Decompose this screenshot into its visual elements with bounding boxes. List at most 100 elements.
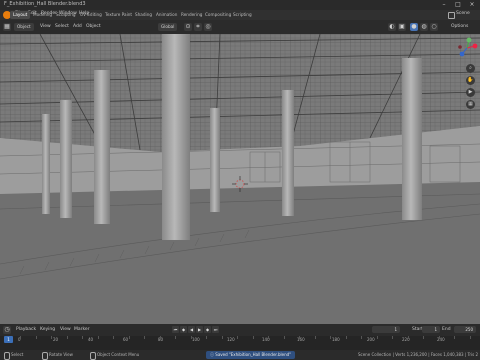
navigation-gizmo[interactable]: [456, 36, 478, 60]
shading-rendered-icon[interactable]: ○: [430, 23, 438, 31]
snap-icon[interactable]: ⌗: [194, 23, 202, 31]
ruler-mark: [175, 336, 176, 339]
mouse-right-icon: [90, 352, 96, 360]
next-key-button[interactable]: ◆: [204, 326, 211, 333]
options-menu[interactable]: Options: [451, 24, 468, 29]
menu-playback[interactable]: Playback: [16, 327, 36, 332]
ruler-mark: [283, 336, 285, 339]
ruler-mark: [454, 336, 455, 339]
scene-selector[interactable]: Scene: [456, 11, 470, 16]
xray-icon[interactable]: ▣: [398, 23, 406, 31]
timeline-ruler[interactable]: 0 20 40 60 80 100 120 140 160 180 200 22…: [0, 336, 480, 350]
tab-uv-editing[interactable]: UV Editing: [77, 11, 105, 19]
playhead[interactable]: 1: [4, 336, 13, 343]
ruler-mark: [252, 336, 254, 339]
jump-start-button[interactable]: ⏮: [172, 326, 179, 333]
ruler-mark: [469, 336, 471, 339]
ruler-mark: [376, 336, 378, 339]
ruler-mark: [299, 336, 300, 339]
status-bar: Select Rotate View Object Context Menu ⓘ…: [0, 350, 480, 360]
transform-orientation[interactable]: Global: [158, 23, 178, 31]
mode-selector[interactable]: Object: [14, 23, 34, 31]
ruler-tick: 200: [367, 337, 375, 342]
ruler-mark: [82, 336, 83, 339]
menu-object[interactable]: Object: [86, 24, 101, 29]
pivot-icon[interactable]: ⊙: [184, 23, 192, 31]
tab-scripting[interactable]: Scripting: [230, 11, 255, 19]
jump-end-button[interactable]: ⏭: [212, 326, 219, 333]
ruler-tick: 100: [192, 337, 200, 342]
ruler-mark: [97, 336, 99, 339]
editor-type-icon[interactable]: ▦: [3, 23, 11, 31]
shading-material-icon[interactable]: ◍: [420, 23, 428, 31]
ruler-mark: [66, 336, 68, 339]
menu-timeline-view[interactable]: View: [60, 327, 71, 332]
status-context-menu: Object Context Menu: [97, 352, 140, 357]
ruler-mark: [407, 336, 409, 339]
start-frame-field[interactable]: 1: [422, 326, 440, 333]
ruler-mark: [361, 336, 362, 339]
tab-shading[interactable]: Shading: [132, 11, 155, 19]
ruler-mark: [159, 336, 161, 339]
menu-marker[interactable]: Marker: [74, 327, 90, 332]
ruler-mark: [144, 336, 145, 339]
timeline-editor-icon[interactable]: ◷: [3, 326, 11, 334]
scene-render: [0, 34, 480, 324]
prev-key-button[interactable]: ◆: [180, 326, 187, 333]
ruler-mark: [392, 336, 393, 339]
top-bar: File Edit Render Window Help Layout Mode…: [0, 10, 480, 20]
ruler-mark: [35, 336, 37, 339]
tab-sculpting[interactable]: Sculpting: [53, 11, 79, 19]
pan-icon[interactable]: ✋: [466, 76, 475, 85]
overlay-icon[interactable]: ◐: [388, 23, 396, 31]
ruler-mark: [268, 336, 269, 339]
end-label: End: [442, 327, 451, 332]
3d-viewport[interactable]: ⌕ ✋ ▶ ▦: [0, 34, 480, 324]
minimize-button[interactable]: –: [438, 0, 450, 10]
viewport-nav-buttons: ⌕ ✋ ▶ ▦: [466, 64, 476, 109]
tab-animation[interactable]: Animation: [153, 11, 180, 19]
ruler-mark: [423, 336, 424, 339]
ruler-tick: 20: [53, 337, 59, 342]
window-controls: – □ ×: [438, 0, 478, 10]
ruler-tick: 180: [332, 337, 340, 342]
current-frame-field[interactable]: 1: [372, 326, 400, 333]
tab-layout[interactable]: Layout: [10, 11, 31, 19]
ruler-mark: [438, 336, 440, 339]
proportional-edit-icon[interactable]: ◎: [204, 23, 212, 31]
menu-add[interactable]: Add: [73, 24, 82, 29]
menu-view[interactable]: View: [40, 24, 51, 29]
status-select: Select: [11, 352, 24, 357]
ruler-mark: [237, 336, 238, 339]
ruler-mark: [345, 336, 347, 339]
end-frame-field[interactable]: 250: [454, 326, 476, 333]
play-button[interactable]: ▶: [196, 326, 203, 333]
play-reverse-button[interactable]: ◀: [188, 326, 195, 333]
close-button[interactable]: ×: [466, 0, 478, 10]
ruler-mark: [221, 336, 223, 339]
maximize-button[interactable]: □: [452, 0, 464, 10]
menu-select[interactable]: Select: [55, 24, 69, 29]
timeline-header: ◷ Playback Keying View Marker ⏮ ◆ ◀ ▶ ◆ …: [0, 324, 480, 336]
save-notification: ⓘ Saved "Exhibition_Hall Blender.blend": [206, 351, 295, 359]
ruler-mark: [20, 336, 21, 339]
window-title: F_Exhibition_Hall Blender.blend3: [4, 1, 86, 7]
ruler-mark: [51, 336, 52, 339]
grid-view-icon[interactable]: ▦: [466, 100, 475, 109]
zoom-icon[interactable]: ⌕: [466, 64, 475, 73]
shading-solid-icon[interactable]: ●: [410, 23, 418, 31]
ruler-tick: 60: [123, 337, 129, 342]
ruler-tick: 120: [227, 337, 235, 342]
ruler-mark: [190, 336, 192, 339]
ruler-mark: [330, 336, 331, 339]
camera-view-icon[interactable]: ▶: [466, 88, 475, 97]
ruler-mark: [113, 336, 114, 339]
tab-texture-paint[interactable]: Texture Paint: [102, 11, 135, 19]
ruler-mark: [206, 336, 207, 339]
menu-keying[interactable]: Keying: [40, 327, 55, 332]
mouse-middle-icon: [42, 352, 48, 360]
scene-icon: [448, 12, 455, 19]
ruler-tick: 40: [88, 337, 94, 342]
status-rotate-view: Rotate View: [49, 352, 73, 357]
tab-modeling[interactable]: Modeling: [30, 11, 55, 19]
